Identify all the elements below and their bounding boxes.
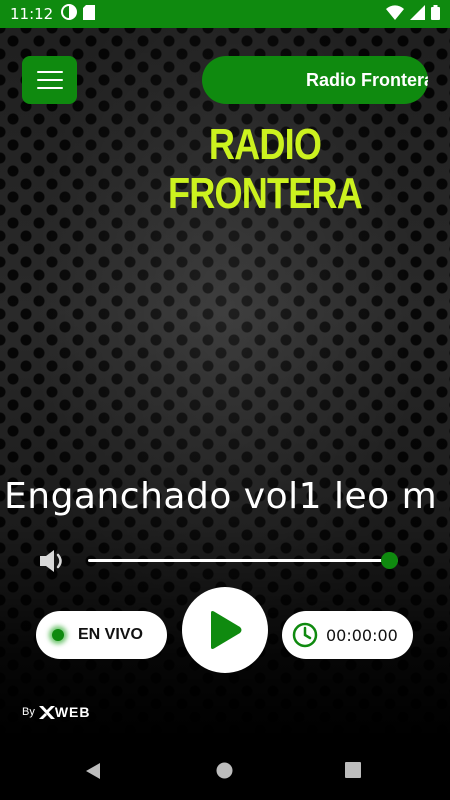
system-navigation-bar xyxy=(0,740,450,800)
x-logo-icon xyxy=(38,705,55,719)
recents-icon[interactable] xyxy=(345,762,361,783)
developer-credit[interactable]: By WEB xyxy=(22,704,91,720)
volume-slider-thumb[interactable] xyxy=(381,552,398,569)
station-logo: RADIO FRONTERA xyxy=(140,120,390,219)
live-label: EN VIVO xyxy=(78,626,143,643)
logo-line2: FRONTERA xyxy=(168,169,363,219)
clock-icon xyxy=(292,622,318,648)
sd-card-icon xyxy=(83,4,96,24)
play-icon xyxy=(211,611,242,649)
status-time: 11:12 xyxy=(10,5,54,23)
hamburger-icon xyxy=(36,71,63,73)
speaker-icon[interactable] xyxy=(38,548,68,574)
home-icon[interactable] xyxy=(216,762,233,784)
app-notification-icon xyxy=(61,4,78,24)
station-name: Radio Frontera xyxy=(306,70,428,90)
live-button[interactable]: EN VIVO xyxy=(36,611,167,659)
logo-line1: RADIO xyxy=(208,120,322,169)
wifi-icon xyxy=(386,4,404,24)
credit-by: By xyxy=(22,706,35,718)
now-playing-title: Enganchado vol1 leo m xyxy=(4,476,438,517)
menu-button[interactable] xyxy=(22,56,77,104)
timer-value: 00:00:00 xyxy=(326,625,398,645)
live-indicator-dot xyxy=(52,629,64,641)
elapsed-timer: 00:00:00 xyxy=(282,611,413,659)
status-bar: 11:12 xyxy=(0,0,450,28)
battery-icon xyxy=(431,4,440,24)
credit-brand: WEB xyxy=(38,704,91,720)
back-icon[interactable] xyxy=(85,762,101,785)
station-name-banner: Radio Frontera xyxy=(202,56,428,104)
signal-icon xyxy=(410,4,425,24)
credit-brand-text: WEB xyxy=(54,704,91,720)
play-button[interactable] xyxy=(182,587,268,673)
volume-slider-track[interactable] xyxy=(88,559,398,562)
